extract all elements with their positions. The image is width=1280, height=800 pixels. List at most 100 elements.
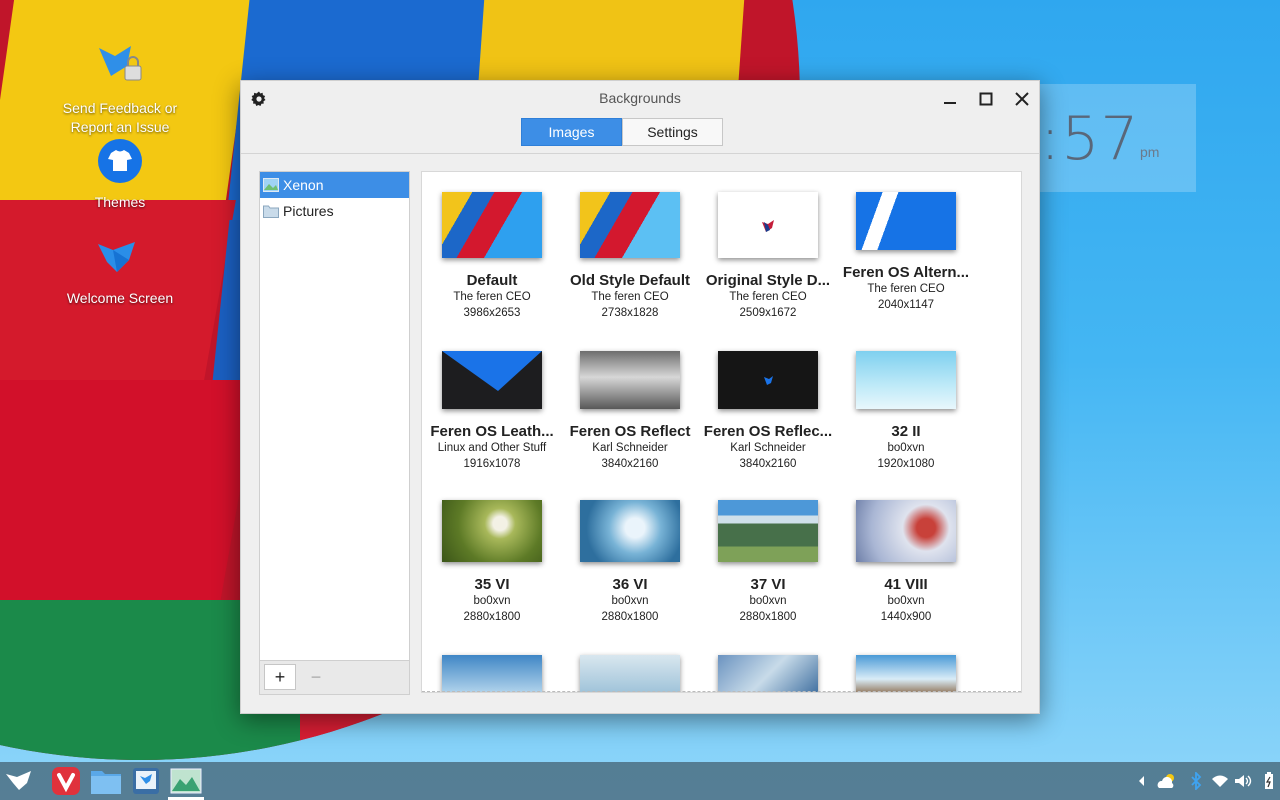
wallpaper-author: The feren CEO [591, 291, 669, 303]
wallpaper-name: 32 II [891, 423, 921, 440]
bluetooth-icon[interactable] [1187, 772, 1205, 790]
wifi-icon[interactable] [1211, 772, 1229, 790]
sidebar-item-label: Xenon [283, 177, 324, 193]
wallpaper-tile[interactable] [563, 655, 697, 692]
backgrounds-window: Backgrounds Images Settings Xenon Pictur… [240, 80, 1040, 714]
desktop-icon-welcome[interactable]: Welcome Screen [55, 238, 185, 308]
wallpaper-resolution: 2738x1828 [601, 307, 659, 319]
wallpaper-author: bo0xvn [749, 595, 787, 607]
source-list-toolbar: + − [259, 661, 410, 695]
wallpaper-tile[interactable]: Old Style Default The feren CEO 2738x182… [563, 192, 697, 321]
wallpaper-author: bo0xvn [473, 595, 511, 607]
desktop-icon-themes[interactable]: Themes [55, 138, 185, 212]
wallpaper-thumbnail [718, 655, 818, 692]
desktop-icon-feedback[interactable]: Send Feedback or Report an Issue [55, 40, 185, 137]
backgrounds-app-icon[interactable] [168, 766, 204, 800]
wallpaper-tile[interactable] [701, 655, 835, 692]
tab-settings[interactable]: Settings [622, 118, 723, 146]
wallpaper-tile[interactable]: 32 II bo0xvn 1920x1080 [839, 351, 973, 472]
wallpaper-resolution: 3840x2160 [601, 458, 659, 470]
wallpaper-resolution: 2880x1800 [739, 611, 797, 623]
wallpaper-thumbnail [718, 192, 818, 258]
wallpaper-author: The feren CEO [867, 283, 945, 295]
wallpaper-tile[interactable]: Default The feren CEO 3986x2653 [425, 192, 559, 321]
wallpaper-thumbnail [856, 351, 956, 409]
wallpaper-tile[interactable]: 36 VI bo0xvn 2880x1800 [563, 500, 697, 625]
tab-images[interactable]: Images [521, 118, 622, 146]
wallpaper-resolution: 1920x1080 [877, 458, 935, 470]
wallpaper-name: Feren OS Reflec... [703, 423, 833, 440]
wallpaper-thumbnail [442, 192, 542, 258]
wallpaper-thumbnail [856, 655, 956, 692]
maximize-icon[interactable] [974, 87, 998, 111]
wallpaper-tile[interactable]: Feren OS Leath... Linux and Other Stuff … [425, 351, 559, 472]
shirt-icon [55, 138, 185, 189]
wallpaper-thumbnail [856, 192, 956, 250]
desktop-icon-label: Send Feedback or Report an Issue [62, 100, 178, 135]
sidebar-item-pictures[interactable]: Pictures [260, 198, 409, 224]
wallpaper-resolution: 1916x1078 [463, 458, 521, 470]
wallpaper-resolution: 2880x1800 [601, 611, 659, 623]
volume-icon[interactable] [1234, 772, 1252, 790]
wallpaper-tile[interactable]: Feren OS Reflec... Karl Schneider 3840x2… [701, 351, 835, 472]
title-bar[interactable]: Backgrounds [241, 81, 1039, 117]
clock-time: :57 [1040, 104, 1140, 174]
wallpaper-tile[interactable]: 35 VI bo0xvn 2880x1800 [425, 500, 559, 625]
wallpaper-name: Default [466, 272, 518, 289]
feedback-icon [55, 40, 185, 95]
wallpaper-name: Feren OS Altern... [842, 264, 970, 281]
clock-ampm: pm [1140, 144, 1160, 160]
tray-expand-icon[interactable] [1132, 772, 1150, 790]
wallpaper-resolution: 2880x1800 [463, 611, 521, 623]
wallpaper-thumbnail [442, 351, 542, 409]
close-icon[interactable] [1010, 87, 1034, 111]
wallpaper-resolution: 2509x1672 [739, 307, 797, 319]
wallpaper-name: Original Style D... [705, 272, 831, 289]
wallpaper-thumbnail [718, 500, 818, 562]
window-title: Backgrounds [599, 90, 681, 106]
wallpaper-resolution: 1440x900 [880, 611, 932, 623]
vivaldi-icon[interactable] [50, 766, 82, 796]
minimize-icon[interactable] [938, 87, 962, 111]
battery-icon[interactable] [1260, 772, 1278, 790]
feedback-app-icon[interactable] [130, 766, 162, 796]
wallpaper-author: Karl Schneider [592, 442, 668, 454]
wallpaper-tile[interactable]: Feren OS Reflect Karl Schneider 3840x216… [563, 351, 697, 472]
wallpaper-thumbnail [442, 655, 542, 692]
wallpaper-tile[interactable] [839, 655, 973, 692]
add-folder-button[interactable]: + [264, 664, 296, 690]
sidebar-item-xenon[interactable]: Xenon [260, 172, 409, 198]
desktop-icon-label: Welcome Screen [66, 290, 174, 306]
start-menu-icon[interactable] [4, 766, 36, 796]
wallpaper-tile[interactable]: 37 VI bo0xvn 2880x1800 [701, 500, 835, 625]
wallpaper-thumbnail [580, 192, 680, 258]
folder-icon [263, 205, 279, 218]
wallpaper-author: Karl Schneider [730, 442, 806, 454]
wallpaper-author: The feren CEO [453, 291, 531, 303]
wallpaper-thumbnail [580, 500, 680, 562]
wallpaper-author: The feren CEO [729, 291, 807, 303]
wallpaper-grid[interactable]: Default The feren CEO 3986x2653 Old Styl… [421, 171, 1022, 693]
wallpaper-author: bo0xvn [611, 595, 649, 607]
wallpaper-tile[interactable]: 41 VIII bo0xvn 1440x900 [839, 500, 973, 625]
taskbar [0, 762, 1280, 800]
wallpaper-name: 41 VIII [884, 576, 928, 593]
sidebar-item-label: Pictures [283, 203, 334, 219]
remove-folder-button[interactable]: − [300, 664, 332, 690]
divider [241, 153, 1039, 154]
wallpaper-author: bo0xvn [887, 442, 925, 454]
weather-icon[interactable] [1156, 772, 1178, 790]
wallpaper-tile[interactable]: Feren OS Altern... The feren CEO 2040x11… [839, 192, 973, 313]
wallpaper-thumbnail [442, 500, 542, 562]
wallpaper-name: 35 VI [474, 576, 510, 593]
wallpaper-tile[interactable] [425, 655, 559, 692]
wallpaper-resolution: 2040x1147 [877, 299, 935, 311]
bird-icon [55, 238, 185, 285]
file-manager-icon[interactable] [90, 766, 122, 796]
wallpaper-name: Feren OS Reflect [569, 423, 691, 440]
source-list: Xenon Pictures [259, 171, 410, 661]
tab-bar: Images Settings [521, 118, 723, 146]
wallpaper-tile[interactable]: Original Style D... The feren CEO 2509x1… [701, 192, 835, 321]
wallpaper-name: 37 VI [750, 576, 786, 593]
image-folder-icon [263, 178, 279, 192]
